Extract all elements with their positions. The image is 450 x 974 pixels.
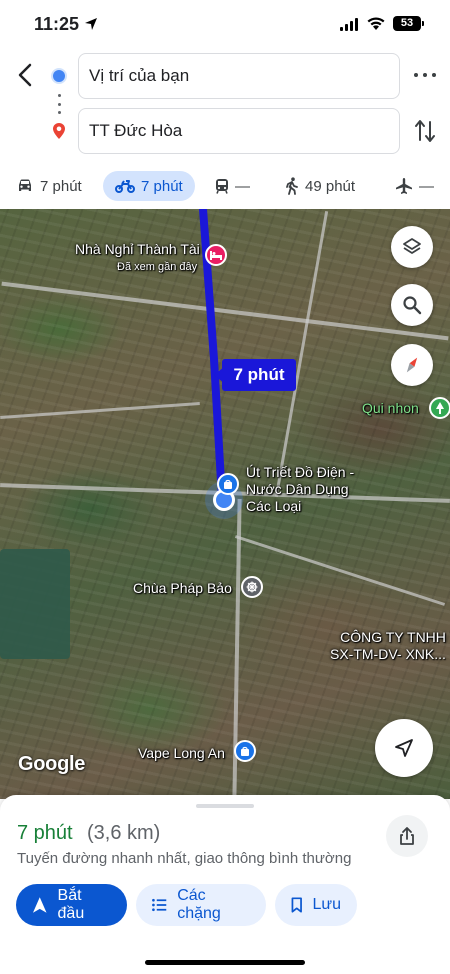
signal-icon — [340, 18, 358, 31]
mode-motorbike-label: 7 phút — [141, 177, 183, 195]
share-icon — [400, 827, 414, 845]
steps-button[interactable]: Các chặng — [136, 884, 266, 926]
shopping-bag-icon — [224, 479, 232, 489]
compass-icon — [406, 357, 418, 373]
travel-mode-tabs: 7 phút 7 phút — 49 phút — — [0, 168, 450, 204]
steps-label: Các chặng — [177, 887, 221, 922]
map-view[interactable]: 7 phút Nhà Nghỉ Thành Tài Đã xem gần đây… — [0, 209, 450, 799]
origin-dot-icon — [53, 70, 65, 82]
mode-car-label: 7 phút — [40, 177, 82, 195]
status-bar: 11:25 53 — [0, 0, 450, 50]
layers-button[interactable] — [391, 226, 433, 268]
battery-icon: 53 — [393, 16, 421, 31]
chevron-left-icon — [18, 63, 32, 87]
tree-icon — [436, 402, 444, 414]
mode-tab-motorbike[interactable]: 7 phút — [103, 171, 195, 201]
route-description: Tuyến đường nhanh nhất, giao thông bình … — [17, 850, 352, 867]
route-summary-sheet: 7 phút (3,6 km) Tuyến đường nhanh nhất, … — [0, 795, 450, 974]
list-icon — [152, 898, 167, 912]
status-time: 11:25 — [34, 14, 80, 34]
motorbike-icon — [115, 180, 135, 193]
route-duration: 7 phút — [17, 822, 73, 844]
navigation-arrow-icon — [32, 897, 47, 913]
vape-shop-label: Vape Long An — [138, 745, 225, 761]
wifi-icon — [367, 17, 385, 30]
battery-tip — [422, 21, 424, 26]
sheet-drag-handle[interactable] — [196, 804, 254, 808]
company-label: CÔNG TY TNHH SX-TM-DV- XNK... — [330, 629, 446, 662]
transit-icon — [216, 179, 228, 194]
mode-transit-label: — — [235, 177, 250, 195]
dharma-wheel-icon — [246, 581, 258, 593]
route-time-callout[interactable]: 7 phút — [222, 359, 296, 391]
swap-direction-icon[interactable] — [413, 118, 437, 144]
route-connector-icon — [58, 94, 61, 114]
save-button[interactable]: Lưu — [275, 884, 357, 926]
recenter-button[interactable] — [375, 719, 433, 777]
shopping-bag-icon — [241, 746, 249, 756]
more-options-button[interactable] — [414, 64, 436, 86]
flight-icon — [396, 178, 412, 194]
search-icon — [403, 296, 422, 315]
location-arrow-icon — [85, 18, 97, 30]
start-navigation-button[interactable]: Bắt đầu — [16, 884, 127, 926]
mode-walk-label: 49 phút — [305, 177, 356, 195]
mode-tab-transit[interactable]: — — [215, 171, 250, 201]
park-marker[interactable] — [429, 397, 450, 419]
walk-icon — [286, 177, 298, 195]
back-button[interactable] — [12, 60, 38, 90]
pagoda-label: Chùa Pháp Bảo — [133, 580, 232, 596]
car-icon — [19, 179, 31, 191]
hotel-label: Nhà Nghỉ Thành Tài — [75, 241, 200, 257]
map-search-button[interactable] — [391, 284, 433, 326]
origin-input[interactable]: Vị trí của bạn — [78, 53, 400, 99]
hotel-marker[interactable] — [205, 244, 227, 266]
bed-icon — [210, 251, 222, 260]
google-logo: Google — [18, 753, 86, 775]
hotel-sublabel: Đã xem gần đây — [117, 261, 198, 273]
home-indicator — [145, 960, 305, 965]
bookmark-icon — [291, 897, 302, 913]
pagoda-marker[interactable] — [241, 576, 263, 598]
destination-pin-icon — [53, 123, 65, 139]
mode-flight-label: — — [419, 177, 434, 195]
save-label: Lưu — [312, 896, 341, 913]
layers-icon — [403, 238, 421, 254]
mode-tab-flight[interactable]: — — [395, 171, 434, 201]
destination-input[interactable]: TT Đức Hòa — [78, 108, 400, 154]
vape-shop-marker[interactable] — [234, 740, 256, 762]
share-button[interactable] — [386, 815, 428, 857]
navigation-arrow-icon — [395, 739, 413, 757]
route-distance: (3,6 km) — [87, 822, 161, 844]
mode-tab-car[interactable]: 7 phút — [16, 171, 82, 201]
store-marker[interactable] — [217, 473, 239, 495]
park-label: Qui nhon — [362, 400, 419, 416]
store-label: Út Triết Đồ Điện - Nước Dân Dụng Các Loạ… — [246, 464, 355, 514]
start-label: Bắt đầu — [57, 887, 85, 922]
compass-button[interactable] — [391, 344, 433, 386]
mode-tab-walk[interactable]: 49 phút — [285, 171, 355, 201]
